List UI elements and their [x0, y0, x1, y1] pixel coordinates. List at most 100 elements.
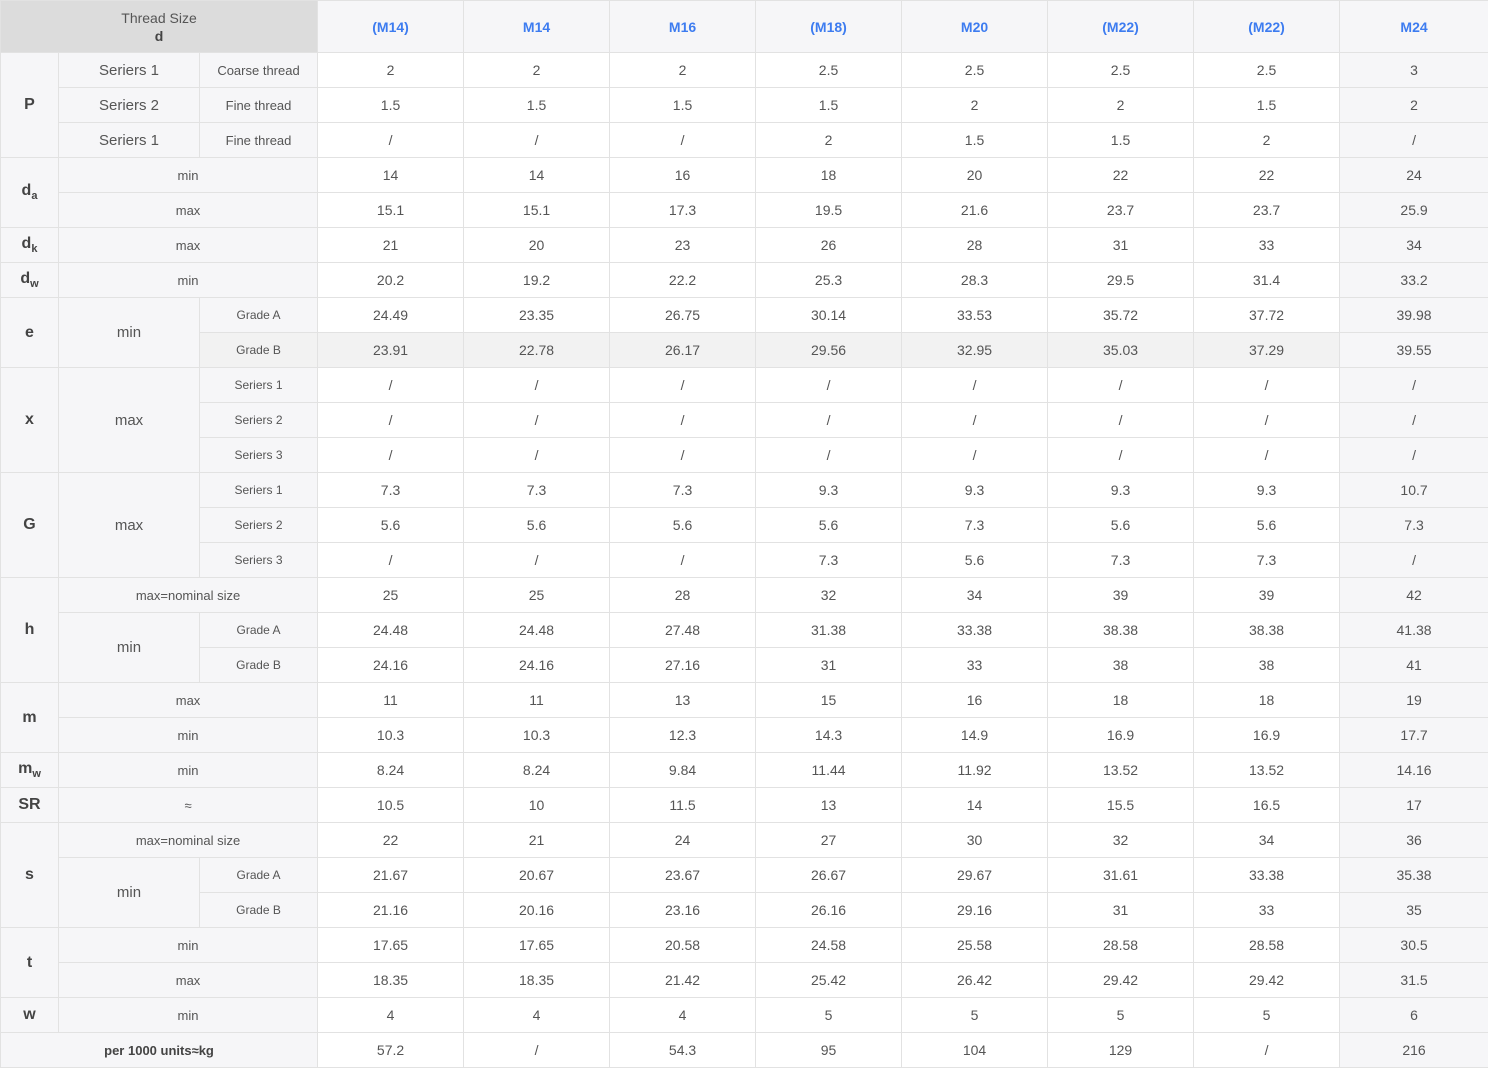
value-cell: 29.42: [1047, 962, 1195, 998]
value-cell: 4: [609, 997, 757, 1033]
value-cell: /: [1193, 437, 1341, 473]
value-cell: 5.6: [463, 507, 611, 543]
value-cell: 22: [1047, 157, 1195, 193]
limit-label: max: [57, 962, 319, 998]
param-w: w: [0, 997, 59, 1033]
value-cell: 36: [1339, 822, 1488, 858]
series-label: Seriers 1: [58, 52, 200, 88]
value-cell: /: [609, 367, 757, 403]
value-cell: 9.3: [901, 472, 1049, 508]
param-x: x: [0, 367, 59, 473]
value-cell: 34: [1193, 822, 1341, 858]
value-cell: 14: [463, 157, 611, 193]
series-label: Seriers 1: [198, 367, 319, 403]
value-cell: 16.9: [1193, 717, 1341, 753]
value-cell: 31.38: [755, 612, 903, 648]
value-cell: /: [317, 542, 465, 578]
value-cell: 23.7: [1047, 192, 1195, 228]
limit-label: max: [57, 227, 319, 263]
value-cell: 33: [901, 647, 1049, 683]
table-row: da min 14 14 16 18 20 22 22 24: [0, 157, 1488, 228]
value-cell: 37.29: [1193, 332, 1341, 368]
value-cell: 33.38: [901, 612, 1049, 648]
value-cell: /: [1339, 367, 1488, 403]
value-cell: 24.49: [317, 297, 465, 333]
value-cell: 39.98: [1339, 297, 1488, 333]
value-cell: 17.65: [463, 927, 611, 963]
limit-label: min: [58, 857, 200, 928]
table-row: Seriers 1 Fine thread / //2 1.5 1.5 2/: [1, 122, 1488, 158]
value-cell: 1.5: [755, 87, 903, 123]
table-row: Seriers 2 Fine thread 1.5 1.5 1.5 1.5 2 2 1.5 2: [1, 87, 1488, 123]
value-cell: 4: [463, 997, 611, 1033]
value-cell: 35: [1339, 892, 1488, 928]
value-cell: 33.2: [1339, 262, 1488, 298]
table-row: Grade B 21.16 20.16 23.16 26.16 29.16 31 33 35: [1, 892, 1488, 928]
value-cell: 1.5: [901, 122, 1049, 158]
value-cell: 39: [1047, 577, 1195, 613]
value-cell: 24.58: [755, 927, 903, 963]
value-cell: 10.3: [317, 717, 465, 753]
value-cell: 14.16: [1339, 752, 1488, 788]
value-cell: 18: [755, 157, 903, 193]
value-cell: /: [317, 402, 465, 438]
value-cell: 14: [901, 787, 1049, 823]
value-cell: 15.5: [1047, 787, 1195, 823]
value-cell: 35.38: [1339, 857, 1488, 893]
value-cell: 25.9: [1339, 192, 1488, 228]
value-cell: 9.3: [1193, 472, 1341, 508]
value-cell: /: [317, 367, 465, 403]
value-cell: 14: [317, 157, 465, 193]
value-cell: 14.9: [901, 717, 1049, 753]
value-cell: 31: [755, 647, 903, 683]
thread-size-label: Thread Size: [121, 9, 197, 26]
value-cell: 9.84: [609, 752, 757, 788]
value-cell: 5.6: [317, 507, 465, 543]
value-cell: 34: [1339, 227, 1488, 263]
series-label: Seriers 3: [198, 437, 319, 473]
series-label: Seriers 3: [198, 542, 319, 578]
param-sr: SR: [0, 787, 59, 823]
table-row: x max Seriers 1 // / / / / / /: [0, 367, 1488, 473]
param-s: s: [0, 822, 59, 928]
table-row: G max Seriers 1 7.3 7.3 7.3 9.3 9.3 9.3 9.3 10.…: [0, 472, 1488, 578]
value-cell: 39.55: [1339, 332, 1488, 368]
value-cell: 16.5: [1193, 787, 1341, 823]
value-cell: 13: [755, 787, 903, 823]
value-cell: 216: [1339, 1032, 1488, 1068]
limit-label: min: [57, 157, 319, 193]
table-row: min 10.3 10.3 12.3 14.3 14.9 16.9 16.9 17.7: [1, 717, 1488, 753]
value-cell: 19.5: [755, 192, 903, 228]
value-cell: 26: [755, 227, 903, 263]
limit-label: max: [58, 472, 200, 578]
value-cell: 24.16: [317, 647, 465, 683]
value-cell: 20: [901, 157, 1049, 193]
param-g: G: [0, 472, 59, 578]
value-cell: 21.42: [609, 962, 757, 998]
value-cell: 25.3: [755, 262, 903, 298]
table-row: per 1000 units≈kg 57.2/54.3 95 104 129/216: [0, 1032, 1488, 1068]
value-cell: 30.5: [1339, 927, 1488, 963]
value-cell: 26.16: [755, 892, 903, 928]
size-header: M14: [463, 0, 611, 53]
value-cell: 13.52: [1047, 752, 1195, 788]
value-cell: 5: [1047, 997, 1195, 1033]
value-cell: 28.58: [1047, 927, 1195, 963]
value-cell: 20.58: [609, 927, 757, 963]
value-cell: 17: [1339, 787, 1488, 823]
limit-label: min: [58, 612, 200, 683]
value-cell: /: [755, 437, 903, 473]
value-cell: 9.3: [755, 472, 903, 508]
value-cell: 4: [317, 997, 465, 1033]
limit-label: max=nominal size: [57, 822, 319, 858]
dimensions-table: Thread Size d (M14) M14 M16 (M18) M20 (M…: [0, 0, 1488, 1068]
value-cell: 7.3: [755, 542, 903, 578]
series-label: Seriers 1: [58, 122, 200, 158]
value-cell: 27.48: [609, 612, 757, 648]
param-h: h: [0, 577, 59, 683]
value-cell: /: [463, 402, 611, 438]
value-cell: 24.48: [463, 612, 611, 648]
limit-label: min: [58, 297, 200, 368]
grade-label: Grade B: [198, 892, 319, 928]
value-cell: 23.91: [317, 332, 465, 368]
